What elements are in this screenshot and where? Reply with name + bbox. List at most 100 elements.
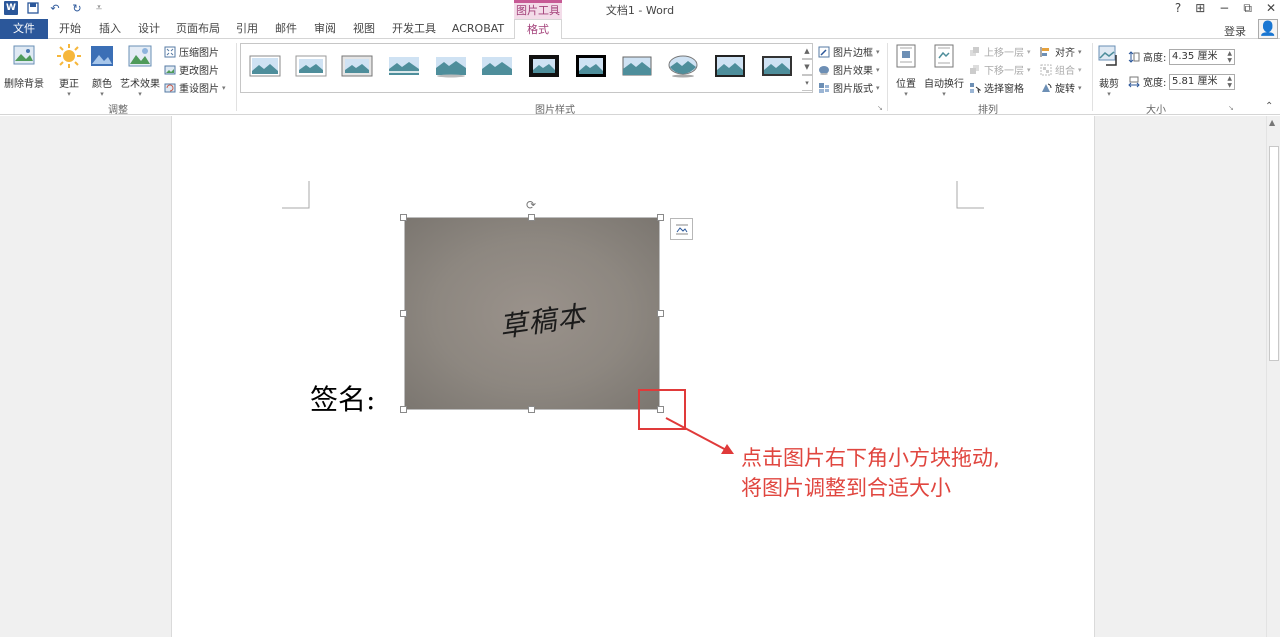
group-objects-button[interactable]: 组合 ▾ [1040, 62, 1082, 77]
position-icon [896, 44, 916, 68]
style-thumb-11[interactable] [714, 54, 746, 78]
user-avatar-icon[interactable]: 👤 [1258, 19, 1278, 39]
picture-layout-button[interactable]: 图片版式 ▾ [818, 80, 880, 95]
signature-picture[interactable]: 草稿本 [404, 217, 660, 410]
crop-icon [1098, 45, 1117, 66]
gallery-scroll-up[interactable]: ▲ [802, 43, 813, 59]
style-thumb-8[interactable] [575, 54, 607, 78]
artistic-effects-icon [128, 45, 152, 67]
style-thumb-1[interactable] [249, 54, 281, 78]
help-button[interactable]: ? [1175, 1, 1181, 16]
size-launcher-icon[interactable]: ↘ [1228, 104, 1234, 112]
remove-background-icon [13, 45, 35, 65]
style-thumb-9[interactable] [621, 54, 653, 78]
send-backward-button[interactable]: 下移一层 ▾ [969, 62, 1031, 77]
style-thumb-12[interactable] [761, 54, 793, 78]
layout-options-button[interactable] [670, 218, 693, 240]
height-icon [1128, 50, 1140, 63]
picture-border-button[interactable]: 图片边框 ▾ [818, 44, 880, 59]
remove-background-button[interactable]: 删除背景 [2, 43, 46, 90]
collapse-ribbon-icon[interactable]: ⌃ [1265, 101, 1273, 112]
tab-home[interactable]: 开始 [52, 19, 88, 39]
resize-handle-top[interactable] [528, 214, 535, 221]
tab-file[interactable]: 文件 [0, 19, 48, 39]
group-objects-icon [1040, 64, 1052, 75]
selection-pane-button[interactable]: 选择窗格 [969, 80, 1024, 95]
tab-review[interactable]: 审阅 [308, 19, 342, 39]
resize-handle-bottom-left[interactable] [400, 406, 407, 413]
quick-access-toolbar: W ↶ ↻ ⩡ [4, 1, 106, 15]
picture-effects-button[interactable]: 图片效果 ▾ [818, 62, 880, 77]
bring-forward-button[interactable]: 上移一层 ▾ [969, 44, 1031, 59]
undo-icon[interactable]: ↶ [48, 1, 62, 15]
group-label-arrange: 排列 [978, 105, 998, 116]
margin-mark-left [282, 181, 310, 209]
style-thumb-10[interactable] [667, 54, 699, 78]
shape-width-input[interactable]: 5.81 厘米 ▲ ▼ [1169, 74, 1235, 90]
compress-pictures-button[interactable]: 压缩图片 [164, 44, 219, 59]
signature-label: 签名: [310, 383, 376, 416]
scroll-up-icon[interactable]: ▲ [1269, 118, 1275, 127]
resize-handle-bottom[interactable] [528, 406, 535, 413]
vertical-scrollbar[interactable]: ▲ [1266, 116, 1280, 637]
style-thumb-5[interactable] [435, 54, 467, 78]
style-thumb-3[interactable] [341, 54, 373, 78]
window-controls: ? ⊞ − ⧉ ✕ [1175, 1, 1276, 16]
tab-view[interactable]: 视图 [347, 19, 381, 39]
resize-handle-left[interactable] [400, 310, 407, 317]
corrections-button[interactable]: 更正 ▾ [55, 43, 83, 98]
shape-height-input[interactable]: 4.35 厘米 ▲ ▼ [1169, 49, 1235, 65]
reset-picture-button[interactable]: 重设图片 ▾ [164, 80, 226, 95]
ribbon-display-options-button[interactable]: ⊞ [1195, 1, 1205, 16]
tab-mailings[interactable]: 邮件 [269, 19, 303, 39]
reset-picture-icon [164, 83, 176, 92]
scrollbar-thumb[interactable] [1269, 146, 1279, 361]
rotate-handle-icon[interactable]: ⟳ [526, 198, 536, 212]
picture-color-icon [91, 46, 113, 66]
gallery-scroll-down[interactable]: ▼ [802, 59, 813, 75]
shape-width-label: 宽度: [1128, 74, 1166, 89]
picture-layout-icon [819, 82, 829, 93]
group-label-size: 大小 [1146, 105, 1166, 116]
ribbon-tabs: 文件 开始 插入 设计 页面布局 引用 邮件 审阅 视图 开发工具 ACROBA… [0, 19, 1280, 40]
style-thumb-7[interactable] [528, 54, 560, 78]
tab-design[interactable]: 设计 [131, 19, 167, 39]
document-title: 文档1 - Word [605, 4, 675, 17]
change-picture-button[interactable]: 更改图片 [164, 62, 219, 77]
word-logo-icon[interactable]: W [4, 1, 18, 15]
minimize-button[interactable]: − [1219, 1, 1229, 16]
save-icon[interactable] [26, 1, 40, 15]
sign-in-link[interactable]: 登录 [1224, 23, 1246, 39]
color-button[interactable]: 颜色 ▾ [88, 43, 116, 98]
style-thumb-6[interactable] [481, 54, 513, 78]
artistic-effects-button[interactable]: 艺术效果 ▾ [119, 43, 161, 98]
align-button[interactable]: 对齐 ▾ [1040, 44, 1082, 59]
gallery-scroll: ▲ ▼ ▾ [802, 43, 813, 93]
tab-references[interactable]: 引用 [230, 19, 264, 39]
restore-button[interactable]: ⧉ [1243, 1, 1252, 16]
tab-format[interactable]: 格式 [514, 19, 562, 40]
customize-qat-icon[interactable]: ⩡ [92, 1, 106, 15]
resize-handle-right[interactable] [657, 310, 664, 317]
tab-page-layout[interactable]: 页面布局 [172, 19, 224, 39]
gallery-more-button[interactable]: ▾ [802, 75, 813, 91]
crop-button[interactable]: 裁剪 ▾ [1096, 43, 1122, 98]
bring-forward-icon [970, 46, 979, 56]
redo-icon[interactable]: ↻ [70, 1, 84, 15]
style-thumb-4[interactable] [388, 54, 420, 78]
resize-handle-top-left[interactable] [400, 214, 407, 221]
tab-acrobat[interactable]: ACROBAT [447, 19, 509, 39]
margin-mark-right [956, 181, 984, 209]
wrap-text-button[interactable]: 自动换行 ▾ [923, 43, 965, 98]
tab-insert[interactable]: 插入 [92, 19, 128, 39]
resize-handle-top-right[interactable] [657, 214, 664, 221]
picture-effects-icon [819, 65, 829, 75]
position-button[interactable]: 位置 ▾ [893, 43, 919, 98]
group-label-picture-styles: 图片样式 [535, 105, 575, 116]
style-thumb-2[interactable] [295, 54, 327, 78]
title-bar: W ↶ ↻ ⩡ 图片工具 文档1 - Word ? ⊞ − ⧉ ✕ [0, 0, 1280, 19]
picture-styles-launcher-icon[interactable]: ↘ [877, 104, 883, 112]
rotate-button[interactable]: 旋转 ▾ [1040, 80, 1082, 95]
tab-developer[interactable]: 开发工具 [387, 19, 441, 39]
close-button[interactable]: ✕ [1266, 1, 1276, 16]
